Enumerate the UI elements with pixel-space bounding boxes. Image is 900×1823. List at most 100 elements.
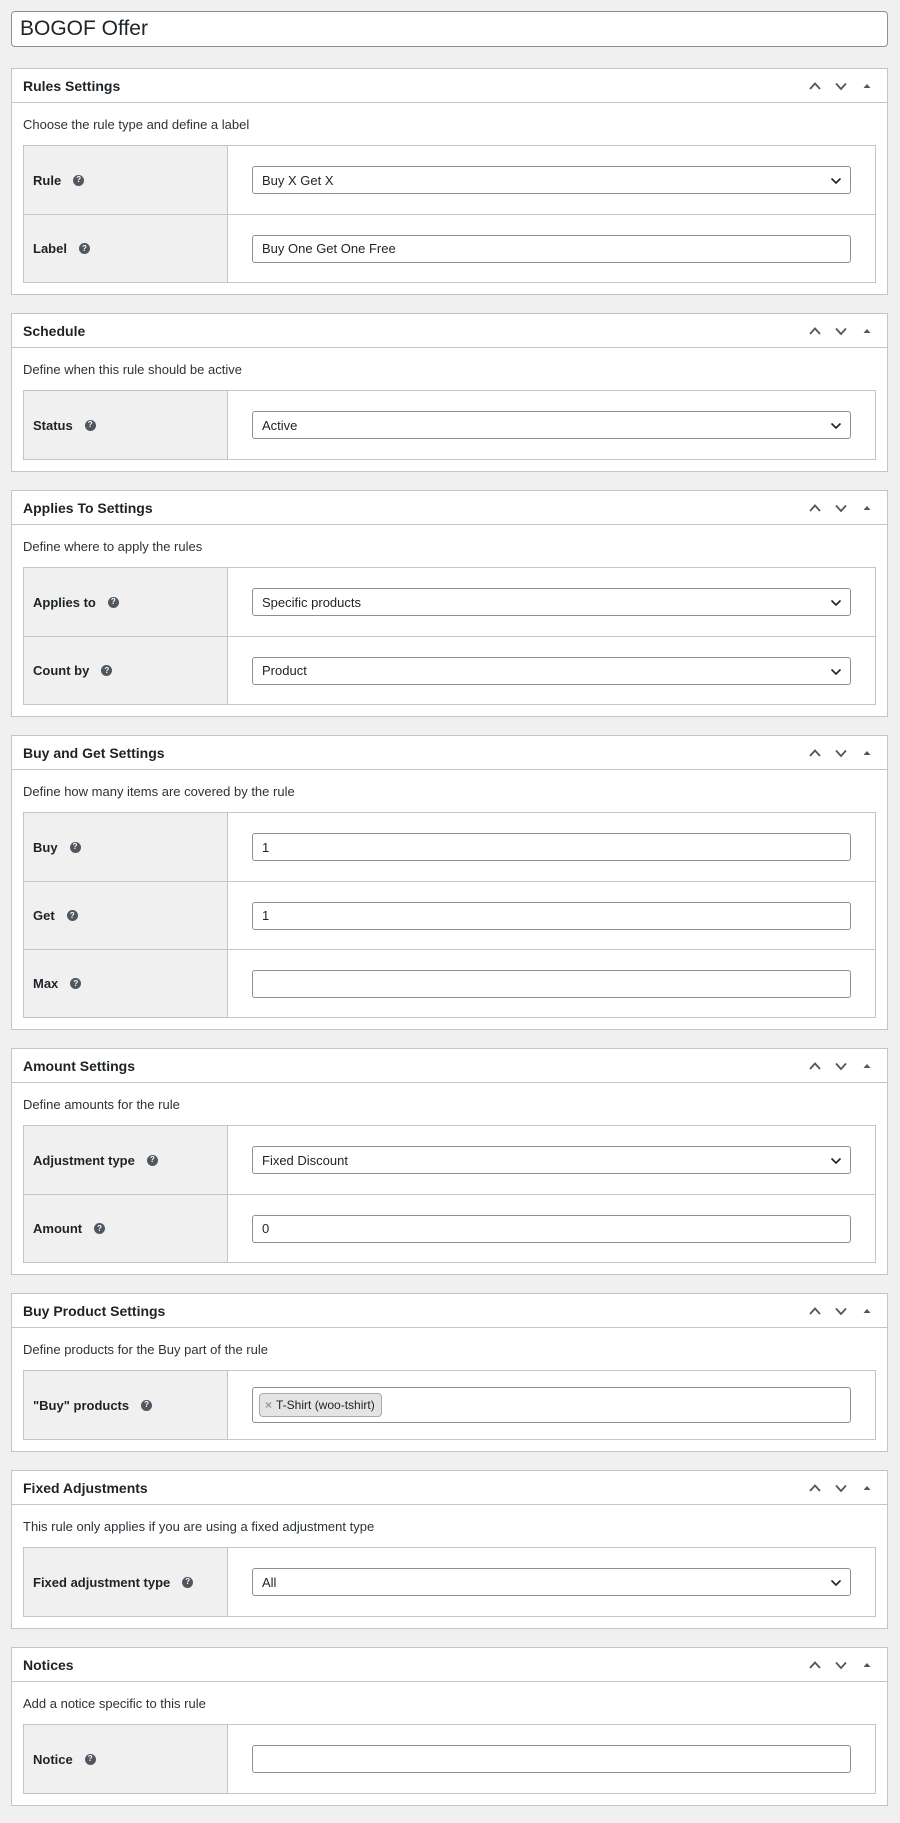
chevron-up-icon[interactable] [803, 1299, 827, 1323]
chevron-down-icon[interactable] [829, 1653, 853, 1677]
field-label: Label [33, 241, 67, 256]
adjustment-type-select[interactable]: Fixed Discount [252, 1146, 851, 1174]
chevron-up-icon[interactable] [803, 1476, 827, 1500]
chevron-down-icon [830, 422, 842, 430]
help-icon[interactable]: ? [78, 243, 90, 254]
field-row-max: Max? [24, 949, 875, 1017]
notice-input[interactable] [252, 1745, 851, 1773]
chevron-up-icon[interactable] [803, 1653, 827, 1677]
panel-description: Define how many items are covered by the… [23, 783, 295, 799]
help-icon[interactable]: ? [84, 1753, 96, 1765]
help-icon[interactable]: ? [84, 419, 96, 431]
help-icon[interactable]: ? [94, 1223, 106, 1234]
max-input[interactable] [252, 969, 851, 998]
label-input[interactable]: Buy One Get One Free [252, 234, 851, 263]
chevron-down-icon[interactable] [829, 496, 853, 520]
help-icon[interactable]: ? [66, 910, 78, 921]
panel-title: Notices [23, 1656, 74, 1673]
help-icon[interactable]: ? [101, 665, 113, 676]
notices-panel: Notices Add a notice specific to this ru… [11, 1647, 888, 1806]
field-label: Get [33, 908, 55, 923]
status-select[interactable]: Active [252, 411, 851, 439]
panel-description: Define where to apply the rules [23, 538, 203, 554]
chevron-up-icon[interactable] [803, 741, 827, 765]
count-by-select[interactable]: Product [252, 656, 851, 685]
panel-title: Applies To Settings [23, 499, 153, 516]
chevron-down-icon [830, 599, 842, 607]
caret-up-icon[interactable] [855, 496, 879, 520]
help-icon[interactable]: ? [146, 1154, 158, 1166]
field-row-get: Get? 1 [24, 881, 875, 949]
rule-select[interactable]: Buy X Get X [252, 166, 851, 194]
fields-table: Adjustment type? Fixed Discount Amount? … [23, 1125, 876, 1263]
field-row-buy-products: "Buy" products? × T-Shirt (woo-tshirt) [24, 1371, 875, 1439]
chevron-down-icon[interactable] [829, 319, 853, 343]
fixed-adjustments-panel: Fixed Adjustments This rule only applies… [11, 1470, 888, 1629]
buy-products-multiselect[interactable]: × T-Shirt (woo-tshirt) [252, 1387, 851, 1423]
chevron-down-icon [830, 1579, 842, 1587]
chevron-down-icon[interactable] [829, 1054, 853, 1078]
chevron-down-icon [830, 1157, 842, 1165]
fields-table: Rule? Buy X Get X Label? Buy One Get One… [23, 145, 876, 283]
applies-to-select[interactable]: Specific products [252, 588, 851, 616]
fields-table: Applies to? Specific products Count by? … [23, 567, 876, 705]
help-icon[interactable]: ? [70, 978, 82, 989]
field-row-applies-to: Applies to? Specific products [24, 568, 875, 636]
caret-up-icon[interactable] [855, 319, 879, 343]
caret-up-icon[interactable] [855, 74, 879, 98]
caret-up-icon[interactable] [855, 1476, 879, 1500]
chevron-up-icon[interactable] [803, 74, 827, 98]
chevron-up-icon[interactable] [803, 319, 827, 343]
panel-description: Define when this rule should be active [23, 361, 242, 377]
help-icon[interactable]: ? [182, 1576, 194, 1588]
buy-product-settings-panel: Buy Product Settings Define products for… [11, 1293, 888, 1452]
caret-up-icon[interactable] [855, 1653, 879, 1677]
caret-up-icon[interactable] [855, 1299, 879, 1323]
panel-title: Schedule [23, 322, 86, 339]
field-label: Notice [33, 1751, 73, 1767]
panel-header: Buy and Get Settings [12, 736, 887, 770]
caret-up-icon[interactable] [855, 741, 879, 765]
field-row-adjustment-type: Adjustment type? Fixed Discount [24, 1126, 875, 1194]
schedule-panel: Schedule Define when this rule should be… [11, 313, 888, 472]
help-icon[interactable]: ? [73, 174, 85, 186]
fields-table: Status? Active [23, 390, 876, 460]
field-label: Fixed adjustment type [33, 1574, 171, 1590]
panel-header: Schedule [12, 314, 887, 348]
field-label: Max [33, 976, 59, 991]
chevron-up-icon[interactable] [803, 1054, 827, 1078]
rules-settings-panel: Rules Settings Choose the rule type and … [11, 68, 888, 295]
buy-and-get-settings-panel: Buy and Get Settings Define how many ite… [11, 735, 888, 1030]
field-label: Amount [33, 1221, 83, 1236]
chevron-up-icon[interactable] [803, 496, 827, 520]
caret-up-icon[interactable] [855, 1054, 879, 1078]
help-icon[interactable]: ? [69, 841, 81, 853]
field-row-label: Label? Buy One Get One Free [24, 214, 875, 282]
panel-description: This rule only applies if you are using … [23, 1518, 375, 1534]
fixed-adjustment-type-select[interactable]: All [252, 1568, 851, 1596]
field-label: Applies to [33, 594, 96, 610]
panel-description: Define products for the Buy part of the … [23, 1341, 268, 1357]
field-label: Buy [33, 839, 58, 855]
field-label: Rule [33, 172, 62, 188]
buy-input[interactable]: 1 [252, 833, 851, 861]
panel-title: Rules Settings [23, 77, 121, 94]
chevron-down-icon[interactable] [829, 741, 853, 765]
panel-header: Fixed Adjustments [12, 1471, 887, 1505]
chevron-down-icon[interactable] [829, 1476, 853, 1500]
rule-title-input[interactable]: BOGOF Offer [11, 11, 888, 47]
field-label: Adjustment type [33, 1152, 135, 1168]
get-input[interactable]: 1 [252, 901, 851, 930]
amount-input[interactable]: 0 [252, 1214, 851, 1243]
chevron-down-icon[interactable] [829, 1299, 853, 1323]
panel-header: Notices [12, 1648, 887, 1682]
help-icon[interactable]: ? [141, 1399, 153, 1411]
fields-table: "Buy" products? × T-Shirt (woo-tshirt) [23, 1370, 876, 1440]
chevron-down-icon[interactable] [829, 74, 853, 98]
product-chip: × T-Shirt (woo-tshirt) [259, 1393, 382, 1417]
chevron-down-icon [830, 668, 842, 675]
help-icon[interactable]: ? [107, 596, 119, 608]
fields-table: Notice? [23, 1724, 876, 1794]
panel-description: Choose the rule type and define a label [23, 116, 250, 132]
chip-remove-icon[interactable]: × [265, 1398, 272, 1412]
